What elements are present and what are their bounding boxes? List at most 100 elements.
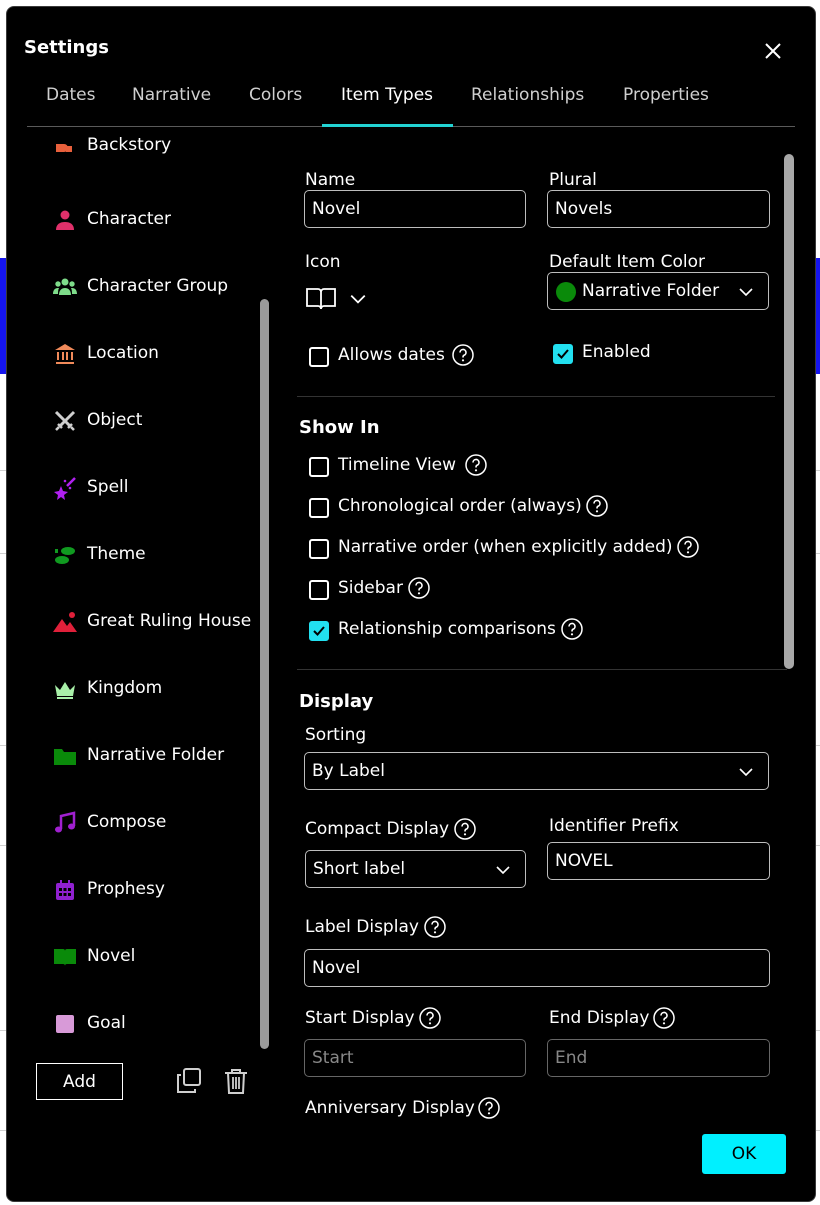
enabled-label: Enabled (582, 342, 651, 362)
label-display-input[interactable] (304, 949, 770, 987)
compact-display-select[interactable]: Short label (305, 850, 526, 888)
section-divider (297, 396, 775, 397)
swords-icon (54, 410, 76, 431)
active-tab-indicator (322, 124, 453, 127)
list-item-label: Object (87, 410, 143, 430)
enabled-checkbox[interactable] (553, 344, 573, 364)
list-item-great-ruling-house[interactable]: Great Ruling House (27, 597, 267, 647)
chronological-order-checkbox[interactable] (309, 498, 329, 518)
list-item-kingdom[interactable]: Kingdom (27, 664, 267, 714)
help-icon[interactable] (561, 618, 583, 640)
ok-button[interactable]: OK (702, 1134, 786, 1174)
calendar-icon (56, 880, 74, 900)
list-item-theme[interactable]: Theme (27, 530, 267, 580)
timeline-view-checkbox[interactable] (309, 457, 329, 477)
allows-dates-checkbox[interactable] (309, 347, 329, 367)
trash-icon[interactable] (220, 1065, 252, 1097)
settings-dialog: Settings Dates Narrative Colors Item Typ… (6, 6, 816, 1202)
list-item-character-group[interactable]: Character Group (27, 262, 267, 312)
list-item-label: Backstory (87, 135, 172, 155)
icon-picker[interactable] (305, 284, 375, 314)
sorting-value: By Label (312, 761, 385, 781)
list-item-backstory[interactable]: Backstory (27, 133, 267, 171)
list-item-goal[interactable]: Goal (27, 999, 267, 1049)
person-icon (56, 210, 74, 230)
help-icon[interactable] (478, 1097, 500, 1119)
chevron-down-icon (739, 288, 753, 297)
default-color-select[interactable]: Narrative Folder (547, 272, 769, 310)
timeline-view-label: Timeline View (338, 455, 457, 475)
close-icon[interactable] (761, 39, 785, 63)
duplicate-icon[interactable] (173, 1065, 205, 1097)
sorting-label: Sorting (305, 725, 367, 745)
color-swatch (556, 282, 576, 302)
list-item-label: Prophesy (87, 879, 165, 899)
list-item-narrative-folder[interactable]: Narrative Folder (27, 731, 267, 781)
list-item-character[interactable]: Character (27, 195, 267, 245)
list-item-prophesy[interactable]: Prophesy (27, 865, 267, 915)
open-book-icon (306, 288, 336, 310)
bank-icon (55, 344, 75, 364)
tab-bar: Dates Narrative Colors Item Types Relati… (27, 77, 795, 127)
chevron-down-icon (739, 768, 753, 777)
list-item-label: Character Group (87, 276, 229, 296)
sorting-select[interactable]: By Label (304, 752, 769, 790)
narrative-order-label: Narrative order (when explicitly added) (338, 537, 673, 557)
dialog-title: Settings (24, 37, 109, 58)
tab-colors[interactable]: Colors (249, 85, 302, 105)
display-title: Display (299, 691, 374, 712)
chevron-down-icon (496, 866, 510, 875)
chevron-down-icon (350, 294, 366, 304)
item-type-list[interactable]: Backstory Character Character Group Loca… (27, 133, 277, 1055)
show-in-title: Show In (299, 417, 380, 438)
allows-dates-label: Allows dates (338, 345, 445, 365)
identifier-prefix-input[interactable] (547, 842, 770, 880)
list-item-label: Narrative Folder (87, 745, 225, 765)
label-display-label: Label Display (305, 917, 419, 937)
tab-relationships[interactable]: Relationships (471, 85, 584, 105)
end-display-input[interactable] (547, 1039, 770, 1077)
list-item-novel[interactable]: Novel (27, 932, 267, 982)
list-scrollbar[interactable] (260, 299, 269, 1049)
sidebar-checkbox[interactable] (309, 580, 329, 600)
plural-input[interactable] (547, 190, 770, 228)
form-scrollbar[interactable] (784, 154, 794, 669)
help-icon[interactable] (454, 818, 476, 840)
help-icon[interactable] (452, 344, 474, 366)
list-item-label: Compose (87, 812, 167, 832)
list-item-location[interactable]: Location (27, 329, 267, 379)
narrative-order-checkbox[interactable] (309, 539, 329, 559)
start-display-input[interactable] (304, 1039, 526, 1077)
tab-properties[interactable]: Properties (623, 85, 709, 105)
list-item-label: Theme (87, 544, 146, 564)
list-item-label: Location (87, 343, 159, 363)
list-item-compose[interactable]: Compose (27, 798, 267, 848)
list-item-label: Kingdom (87, 678, 163, 698)
icon-label: Icon (305, 252, 341, 272)
help-icon[interactable] (677, 536, 699, 558)
list-item-label: Character (87, 209, 171, 229)
tab-dates[interactable]: Dates (46, 85, 96, 105)
list-item-label: Novel (87, 946, 136, 966)
list-item-object[interactable]: Object (27, 396, 267, 446)
list-item-label: Goal (87, 1013, 126, 1033)
help-icon[interactable] (586, 495, 608, 517)
add-button[interactable]: Add (36, 1063, 123, 1100)
help-icon[interactable] (408, 577, 430, 599)
relationship-comparisons-checkbox[interactable] (309, 621, 329, 641)
section-divider (297, 669, 787, 670)
tab-narrative[interactable]: Narrative (132, 85, 211, 105)
list-item-spell[interactable]: Spell (27, 463, 267, 513)
help-icon[interactable] (424, 916, 446, 938)
help-icon[interactable] (419, 1007, 441, 1029)
identifier-prefix-label: Identifier Prefix (549, 816, 679, 836)
anniversary-display-label: Anniversary Display (305, 1098, 475, 1118)
plural-label: Plural (549, 170, 597, 190)
name-input[interactable] (304, 190, 526, 228)
help-icon[interactable] (465, 454, 487, 476)
chronological-order-label: Chronological order (always) (338, 496, 582, 516)
tab-item-types[interactable]: Item Types (341, 85, 433, 105)
list-item-label: Spell (87, 477, 129, 497)
help-icon[interactable] (653, 1007, 675, 1029)
footprints-icon (55, 547, 75, 564)
